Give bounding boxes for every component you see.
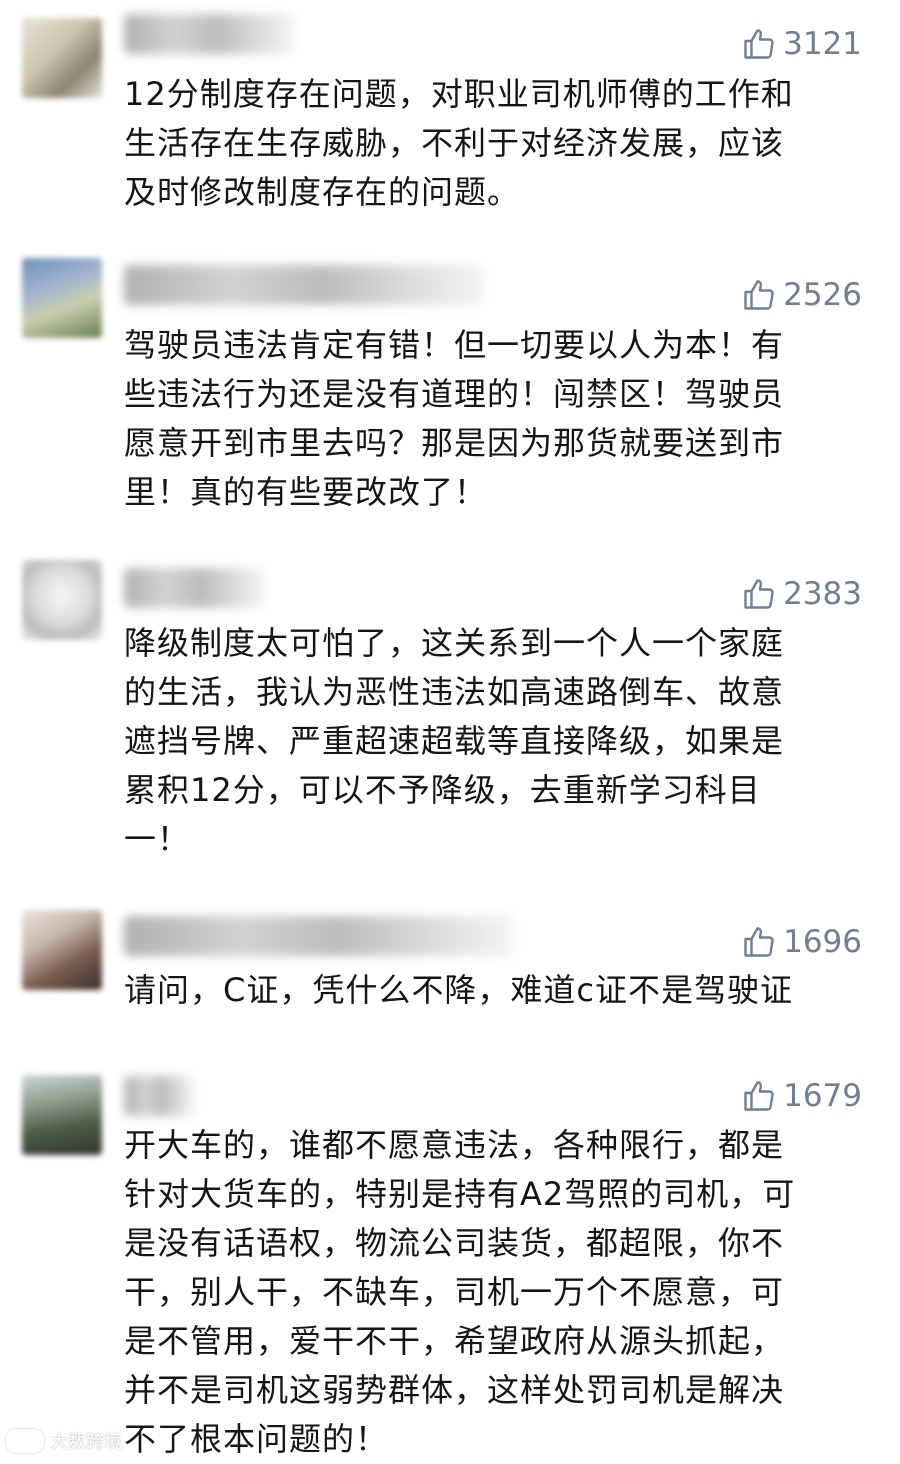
- avatar[interactable]: [22, 560, 102, 640]
- like-button[interactable]: 1679: [741, 1076, 862, 1116]
- watermark: 大数跨境: [6, 1428, 122, 1454]
- comment-line: 不了根本问题的！: [124, 1420, 389, 1458]
- comment-line: 驾驶员违法肯定有错！但一切要以人为本！有: [124, 326, 785, 364]
- comment-line: 些违法行为还是没有道理的！闯禁区！驾驶员: [124, 375, 785, 413]
- thumbs-up-icon: [741, 277, 777, 313]
- like-button[interactable]: 3121: [741, 24, 862, 64]
- comment-line: 开大车的，谁都不愿意违法，各种限行，都是: [124, 1126, 785, 1164]
- like-count: 1696: [783, 924, 862, 960]
- comment-text: 请问，C证，凭什么不降，难道c证不是驾驶证: [124, 966, 864, 1015]
- avatar[interactable]: [22, 1075, 102, 1155]
- comment-line: 12分制度存在问题，对职业司机师傅的工作和: [124, 75, 794, 113]
- comment-line: 针对大货车的，特别是持有A2驾照的司机，可: [124, 1175, 796, 1213]
- avatar[interactable]: [22, 258, 102, 338]
- comment-line: 降级制度太可怕了，这关系到一个人一个家庭: [124, 624, 785, 662]
- watermark-text: 大数跨境: [50, 1432, 122, 1453]
- watermark-logo-icon: [6, 1429, 44, 1453]
- comment-line: 愿意开到市里去吗？那是因为那货就要送到市: [124, 424, 785, 462]
- comment-text: 降级制度太可怕了，这关系到一个人一个家庭 的生活，我认为恶性违法如高速路倒车、故…: [124, 619, 864, 864]
- like-count: 2526: [783, 277, 862, 313]
- comment-line: 及时修改制度存在的问题。: [124, 173, 521, 211]
- comment-text: 12分制度存在问题，对职业司机师傅的工作和 生活存在生存威胁，不利于对经济发展，…: [124, 70, 864, 217]
- comment-line: 请问，C证，凭什么不降，难道c证不是驾驶证: [124, 971, 793, 1009]
- comment-line: 是没有话语权，物流公司装货，都超限，你不: [124, 1224, 785, 1262]
- avatar[interactable]: [22, 18, 102, 98]
- comment-line: 遮挡号牌、严重超速超载等直接降级，如果是: [124, 722, 785, 760]
- like-button[interactable]: 1696: [741, 922, 862, 962]
- username-blurred: [124, 265, 484, 305]
- comment-text: 驾驶员违法肯定有错！但一切要以人为本！有 些违法行为还是没有道理的！闯禁区！驾驶…: [124, 321, 864, 517]
- thumbs-up-icon: [741, 26, 777, 62]
- like-count: 3121: [783, 26, 862, 62]
- comment-line: 一！: [124, 820, 191, 858]
- comment-line: 里！真的有些要改改了！: [124, 473, 488, 511]
- thumbs-up-icon: [741, 576, 777, 612]
- username-blurred: [124, 1076, 194, 1116]
- thumbs-up-icon: [741, 924, 777, 960]
- comment-line: 干，别人干，不缺车，司机一万个不愿意，可: [124, 1273, 785, 1311]
- like-count: 1679: [783, 1078, 862, 1114]
- like-button[interactable]: 2383: [741, 574, 862, 614]
- comment-line: 是不管用，爱干不干，希望政府从源头抓起，: [124, 1322, 785, 1360]
- thumbs-up-icon: [741, 1078, 777, 1114]
- like-button[interactable]: 2526: [741, 275, 862, 315]
- comment-line: 并不是司机这弱势群体，这样处罚司机是解决: [124, 1371, 785, 1409]
- comment-text: 开大车的，谁都不愿意违法，各种限行，都是 针对大货车的，特别是持有A2驾照的司机…: [124, 1121, 864, 1464]
- avatar[interactable]: [22, 910, 102, 990]
- like-count: 2383: [783, 576, 862, 612]
- username-blurred: [124, 916, 514, 956]
- username-blurred: [124, 568, 264, 608]
- comment-line: 生活存在生存威胁，不利于对经济发展，应该: [124, 124, 785, 162]
- comment-line: 累积12分，可以不予降级，去重新学习科目: [124, 771, 761, 809]
- comment-line: 的生活，我认为恶性违法如高速路倒车、故意: [124, 673, 785, 711]
- username-blurred: [124, 14, 294, 54]
